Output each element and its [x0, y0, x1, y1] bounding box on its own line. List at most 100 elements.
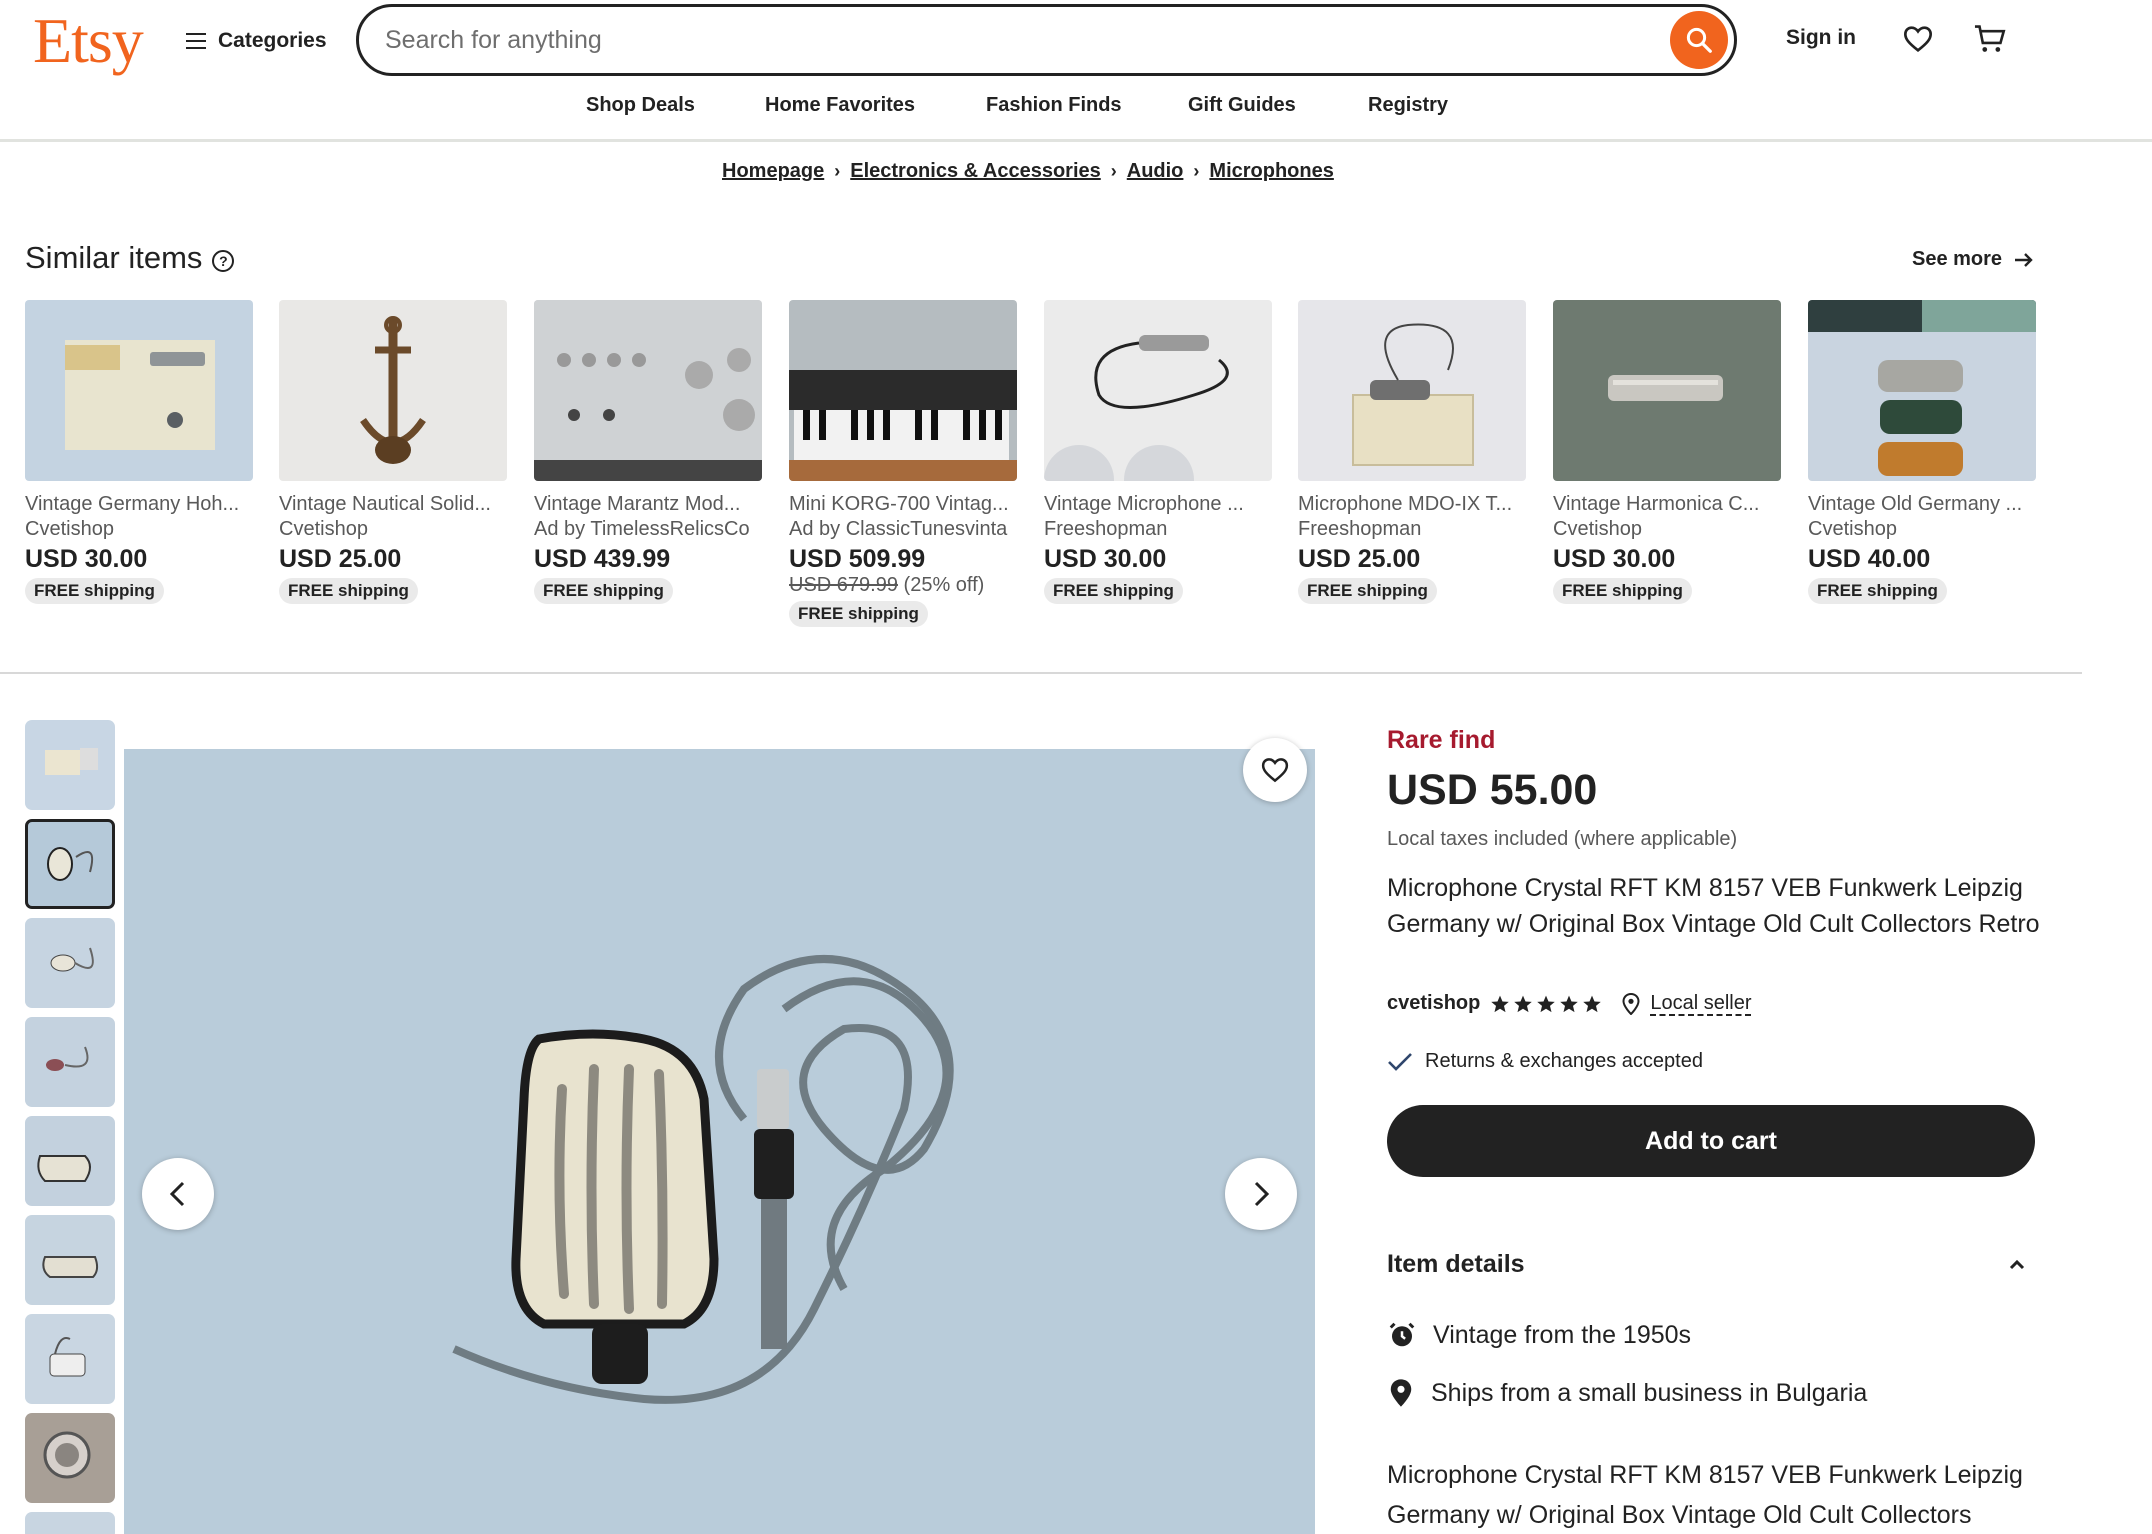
item-details-toggle[interactable]: Item details: [1387, 1250, 2035, 1279]
alarm-clock-icon: [1389, 1322, 1415, 1347]
item-price: USD 439.99: [534, 545, 671, 573]
similar-item-card[interactable]: Vintage Germany Hoh... Cvetishop USD 30.…: [25, 300, 253, 604]
thumbnail[interactable]: [25, 1413, 115, 1503]
nav-registry[interactable]: Registry: [1368, 94, 1448, 117]
item-price: USD 25.00: [1298, 545, 1421, 573]
search-bar: [356, 4, 1737, 76]
item-title[interactable]: Vintage Microphone ...: [1044, 493, 1272, 516]
item-title[interactable]: Vintage Marantz Mod...: [534, 493, 762, 516]
thumbnail[interactable]: [25, 819, 115, 909]
add-to-cart-button[interactable]: Add to cart: [1387, 1105, 2035, 1177]
listing-description: Microphone Crystal RFT KM 8157 VEB Funkw…: [1387, 1461, 2023, 1529]
similar-item-card[interactable]: Vintage Old Germany ... Cvetishop USD 40…: [1808, 300, 2036, 604]
product-image[interactable]: [25, 300, 253, 481]
star-icon: [1560, 995, 1579, 1012]
heart-icon: [1261, 758, 1289, 783]
similar-item-card[interactable]: Mini KORG-700 Vintag... Ad by ClassicTun…: [789, 300, 1017, 627]
similar-item-card[interactable]: Vintage Harmonica C... Cvetishop USD 30.…: [1553, 300, 1781, 604]
local-seller-link[interactable]: Local seller: [1650, 992, 1751, 1015]
thumbnail[interactable]: [25, 720, 115, 810]
section-divider: [0, 672, 2082, 674]
checkmark-icon: [1388, 1052, 1412, 1071]
favorites-button[interactable]: [1897, 18, 1939, 60]
nav-fashion-finds[interactable]: Fashion Finds: [986, 94, 1122, 117]
thumbnail[interactable]: [25, 1017, 115, 1107]
product-image[interactable]: [534, 300, 762, 481]
free-shipping-badge: FREE shipping: [534, 578, 673, 604]
product-image[interactable]: [1553, 300, 1781, 481]
item-title[interactable]: Vintage Germany Hoh...: [25, 493, 253, 516]
categories-button[interactable]: Categories: [186, 24, 327, 58]
shop-name: Ad by ClassicTunesvinta: [789, 518, 1008, 540]
see-more-link[interactable]: See more: [1912, 248, 2034, 271]
product-image[interactable]: [279, 300, 507, 481]
item-price: USD 30.00: [25, 545, 148, 573]
favorite-button[interactable]: [1243, 738, 1307, 802]
free-shipping-badge: FREE shipping: [1808, 578, 1947, 604]
star-icon: [1537, 995, 1556, 1012]
main-product-image[interactable]: [124, 749, 1315, 1534]
breadcrumb-microphones[interactable]: Microphones: [1209, 160, 1333, 183]
detail-vintage-text: Vintage from the 1950s: [1433, 1320, 1692, 1349]
menu-icon: [186, 33, 206, 49]
detail-vintage: Vintage from the 1950s: [1387, 1320, 1691, 1350]
star-rating: [1490, 994, 1602, 1014]
thumbnail[interactable]: [25, 1116, 115, 1206]
product-image[interactable]: [789, 300, 1017, 481]
breadcrumb-audio[interactable]: Audio: [1127, 160, 1184, 183]
item-title[interactable]: Mini KORG-700 Vintag...: [789, 493, 1017, 516]
discount-label: (25% off): [903, 574, 985, 596]
nav-home-favorites[interactable]: Home Favorites: [765, 94, 915, 117]
cart-button[interactable]: [1969, 18, 2011, 60]
item-title[interactable]: Vintage Nautical Solid...: [279, 493, 507, 516]
thumbnail[interactable]: [25, 1512, 115, 1534]
shop-name: Cvetishop: [25, 518, 114, 540]
previous-image-button[interactable]: [142, 1158, 214, 1230]
shop-name-link[interactable]: cvetishop: [1387, 992, 1480, 1015]
item-details-heading: Item details: [1387, 1250, 1525, 1278]
chevron-left-icon: [169, 1181, 185, 1207]
nav-shop-deals[interactable]: Shop Deals: [586, 94, 695, 117]
returns-policy: Returns & exchanges accepted: [1387, 1050, 1703, 1073]
product-image[interactable]: [1808, 300, 2036, 481]
etsy-logo[interactable]: Etsy: [33, 4, 144, 78]
breadcrumb-electronics[interactable]: Electronics & Accessories: [850, 160, 1101, 183]
thumbnail[interactable]: [25, 918, 115, 1008]
search-button[interactable]: [1670, 11, 1728, 69]
next-image-button[interactable]: [1225, 1158, 1297, 1230]
nav-gift-guides[interactable]: Gift Guides: [1188, 94, 1296, 117]
location-pin-icon: [1622, 992, 1640, 1015]
item-title[interactable]: Vintage Old Germany ...: [1808, 493, 2036, 516]
breadcrumb-homepage[interactable]: Homepage: [722, 160, 824, 183]
shop-name: Cvetishop: [279, 518, 368, 540]
chevron-up-icon: [2009, 1259, 2025, 1269]
chevron-right-icon: ›: [1110, 161, 1117, 181]
item-title[interactable]: Microphone MDO-IX T...: [1298, 493, 1526, 516]
product-image[interactable]: [1298, 300, 1526, 481]
item-title[interactable]: Vintage Harmonica C...: [1553, 493, 1781, 516]
similar-item-card[interactable]: Vintage Nautical Solid... Cvetishop USD …: [279, 300, 507, 604]
star-icon: [1514, 995, 1533, 1012]
item-price: USD 509.99: [789, 545, 926, 573]
similar-item-card[interactable]: Vintage Marantz Mod... Ad by TimelessRel…: [534, 300, 762, 604]
similar-item-card[interactable]: Microphone MDO-IX T... Freeshopman USD 2…: [1298, 300, 1526, 604]
thumbnail[interactable]: [25, 1215, 115, 1305]
item-price: USD 25.00: [279, 545, 402, 573]
shop-name: Ad by TimelessRelicsCo: [534, 518, 750, 540]
similar-item-card[interactable]: Vintage Microphone ... Freeshopman USD 3…: [1044, 300, 1272, 604]
shop-name: Freeshopman: [1044, 518, 1168, 540]
free-shipping-badge: FREE shipping: [279, 578, 418, 604]
similar-items-title: Similar items: [25, 240, 203, 275]
product-image[interactable]: [1044, 300, 1272, 481]
original-price-row: USD 679.99 (25% off): [789, 574, 1017, 597]
star-icon: [1491, 995, 1510, 1012]
help-icon[interactable]: ?: [212, 250, 235, 272]
returns-label: Returns & exchanges accepted: [1425, 1050, 1703, 1072]
sign-in-link[interactable]: Sign in: [1786, 26, 1856, 50]
cart-icon: [1974, 25, 2006, 52]
chevron-right-icon: ›: [834, 161, 841, 181]
thumbnail[interactable]: [25, 1314, 115, 1404]
heart-icon: [1903, 26, 1933, 53]
search-input[interactable]: [385, 19, 1625, 61]
chevron-right-icon: ›: [1193, 161, 1200, 181]
